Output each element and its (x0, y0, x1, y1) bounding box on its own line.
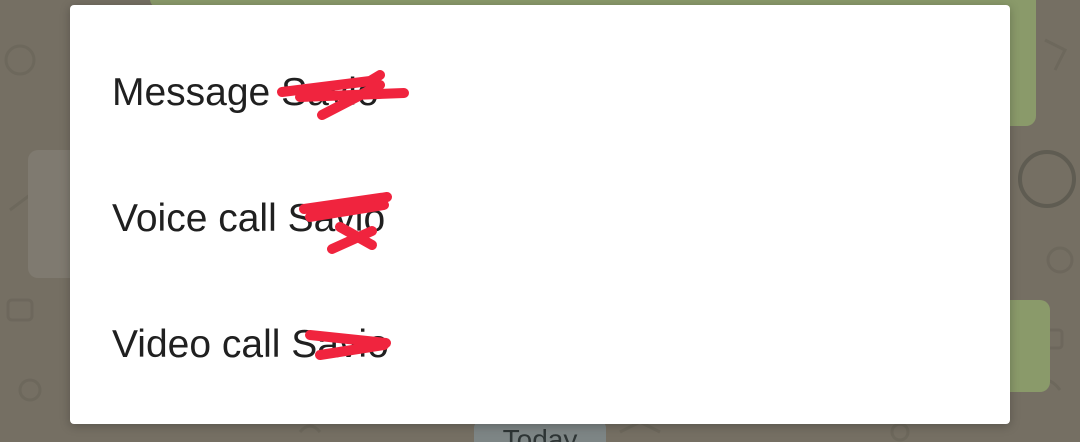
option-label: Video call Savio (112, 323, 389, 366)
message-contact-option[interactable]: Message Savio (70, 28, 1010, 154)
option-label: Message Savio (112, 71, 379, 114)
contact-avatar-icon (1018, 150, 1076, 208)
option-label: Voice call Savio (112, 197, 386, 240)
contact-options-dialog: Message Savio Voice call Savio Video cal… (70, 5, 1010, 424)
voice-call-contact-option[interactable]: Voice call Savio (70, 154, 1010, 280)
video-call-contact-option[interactable]: Video call Savio (70, 280, 1010, 406)
